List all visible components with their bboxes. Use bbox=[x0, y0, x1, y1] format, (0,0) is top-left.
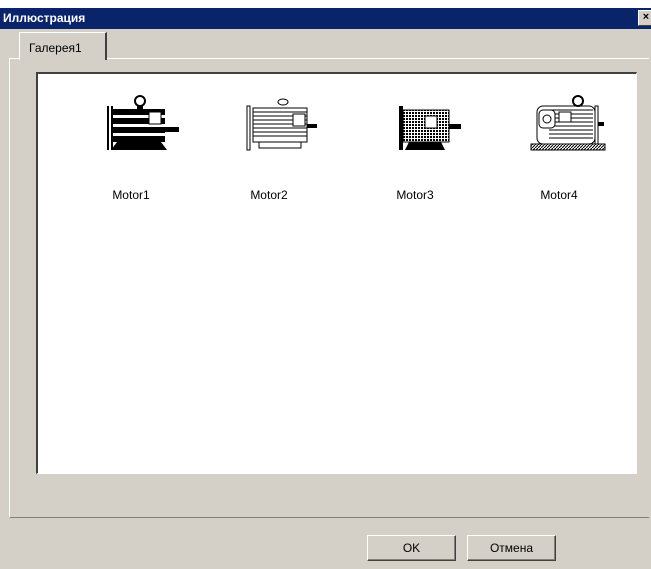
tab-gallery1[interactable]: Галерея1 bbox=[19, 32, 107, 60]
cancel-button[interactable]: Отмена bbox=[467, 535, 556, 561]
window-title: Иллюстрация bbox=[3, 11, 86, 25]
ok-button[interactable]: OK bbox=[367, 535, 456, 561]
close-button[interactable]: × bbox=[638, 10, 651, 26]
title-bar[interactable]: Иллюстрация × bbox=[0, 8, 651, 29]
tab-label: Галерея1 bbox=[29, 41, 82, 55]
tab-panel bbox=[9, 58, 649, 518]
close-icon: × bbox=[642, 11, 650, 23]
